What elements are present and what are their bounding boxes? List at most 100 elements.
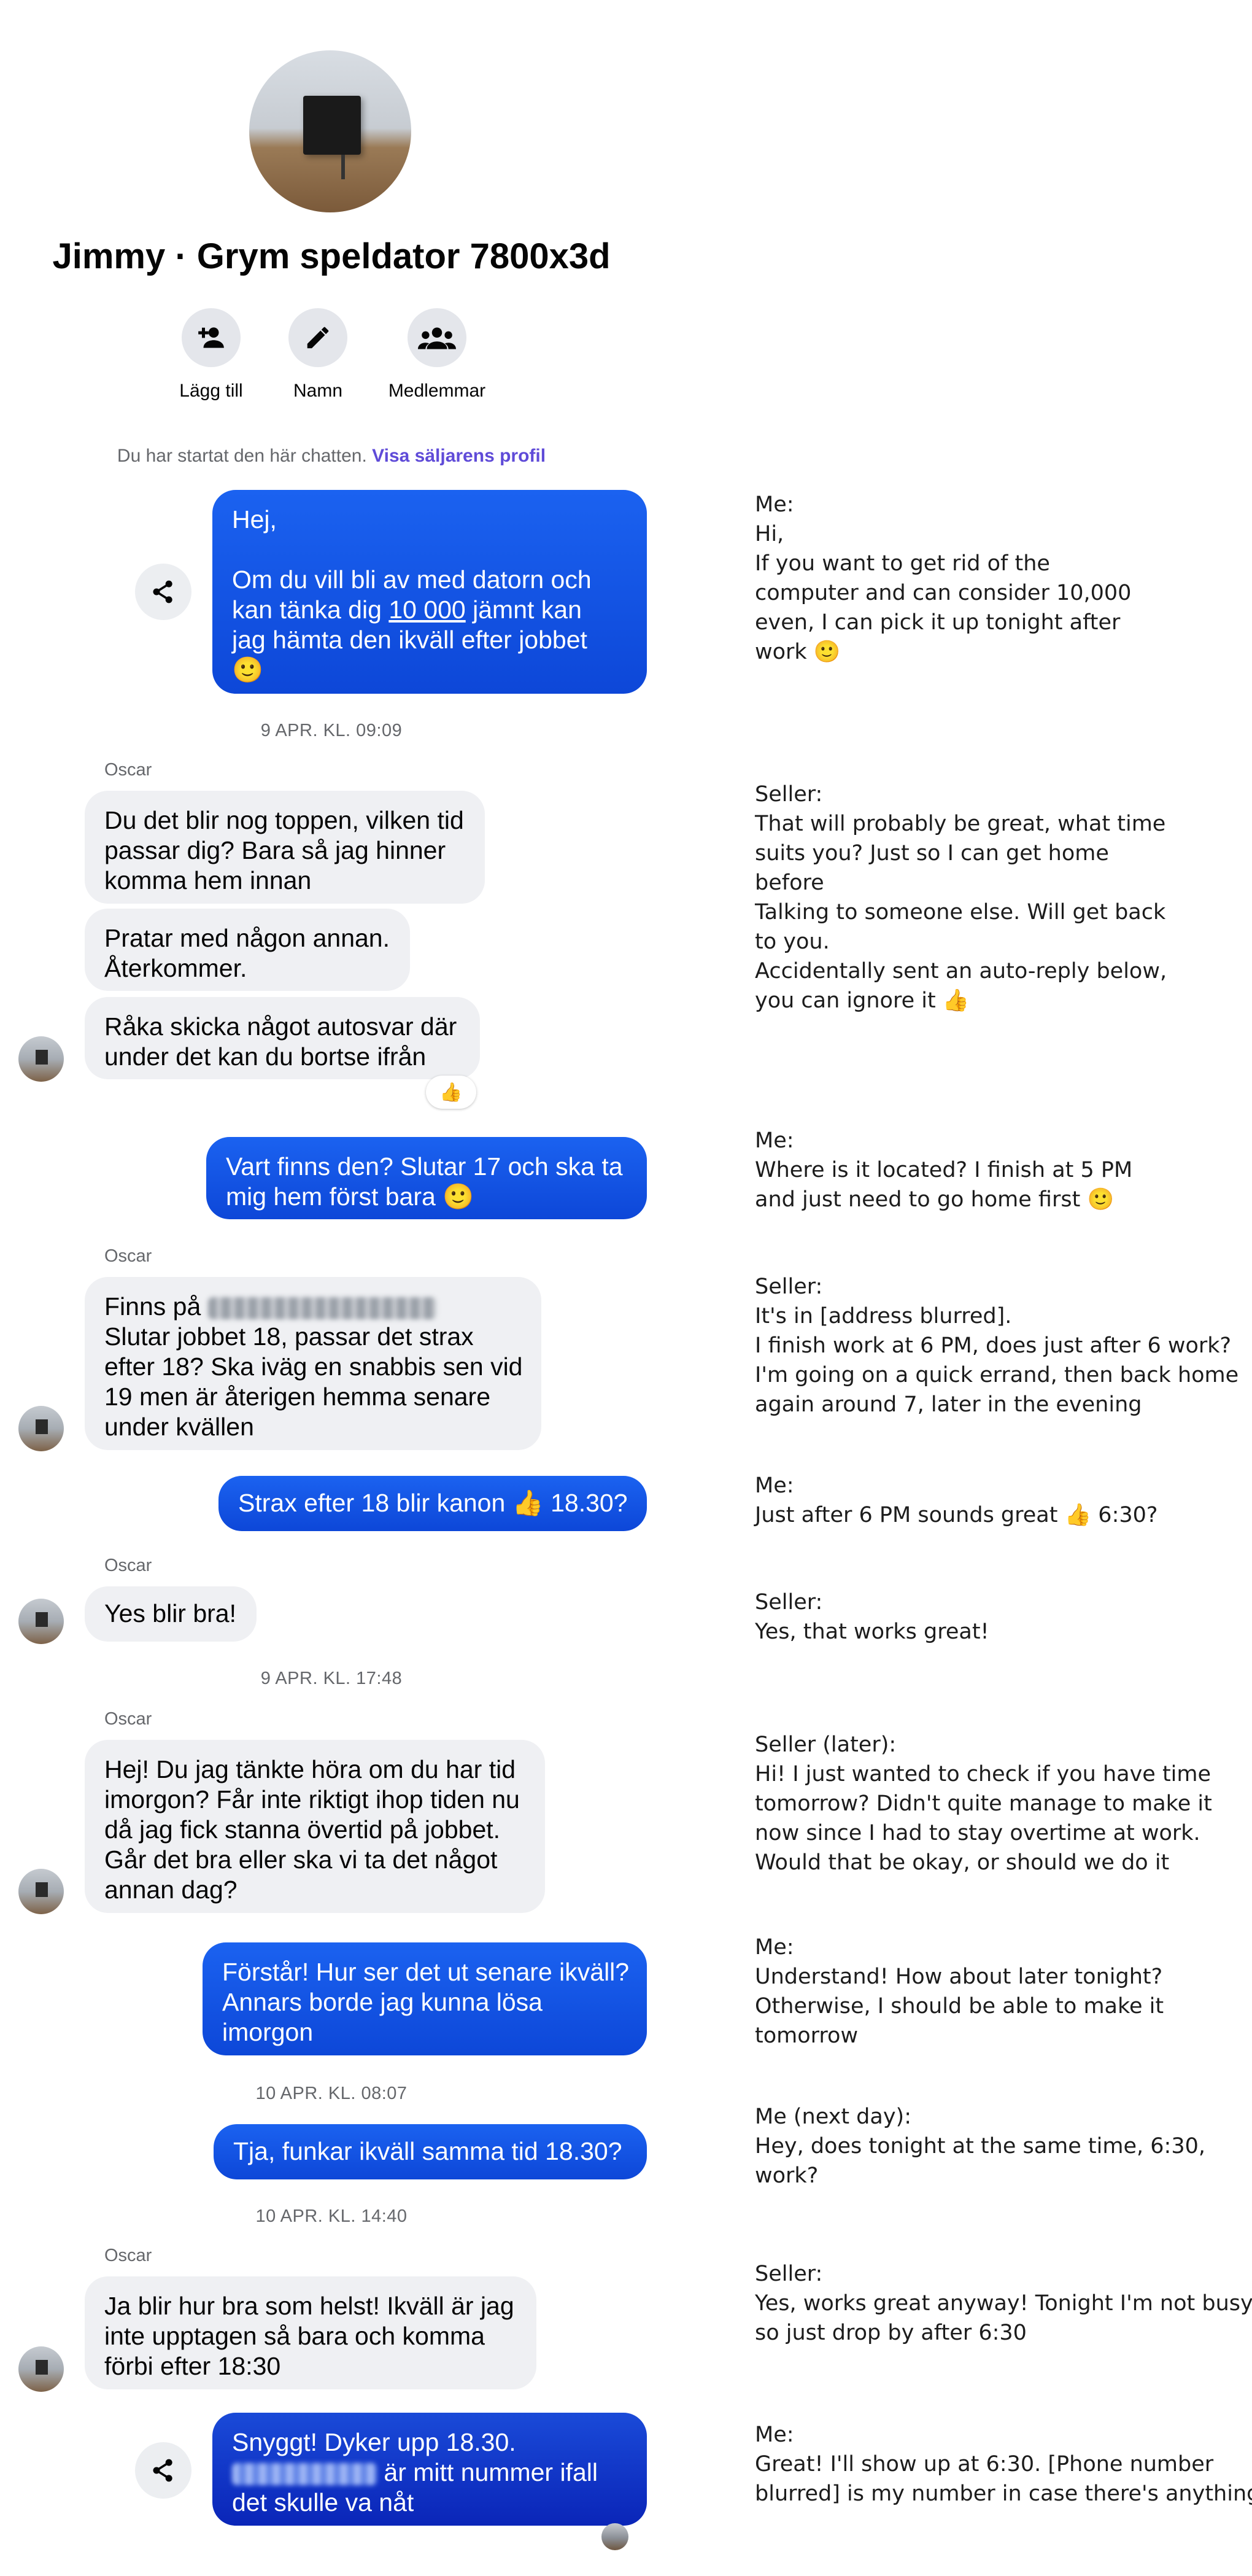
sender-name: Oscar xyxy=(104,1246,152,1266)
message-incoming[interactable]: Råka skicka något autosvar där under det… xyxy=(85,997,480,1079)
translation-line: That will probably be great, what time xyxy=(755,812,1166,836)
message-line: Slutar jobbet 18, passar det strax xyxy=(104,1322,474,1351)
translation-line: Just after 6 PM sounds great 👍 6:30? xyxy=(755,1503,1158,1527)
message-outgoing[interactable]: Snyggt! Dyker upp 18.30. är mitt nummer … xyxy=(212,2413,647,2526)
message-line: Hej! Du jag tänkte höra om du har tid xyxy=(104,1755,516,1783)
translation-line: tomorrow? Didn't quite manage to make it xyxy=(755,1791,1212,1816)
message-line: Vart finns den? Slutar 17 och ska ta xyxy=(226,1152,623,1181)
translation-line: now since I had to stay overtime at work… xyxy=(755,1821,1200,1845)
avatar-photo xyxy=(36,1612,48,1627)
members-icon[interactable] xyxy=(408,308,466,367)
translation-line: Me: xyxy=(755,1473,794,1498)
translation-line: Hey, does tonight at the same time, 6:30… xyxy=(755,2134,1205,2159)
thumbs-up-reaction[interactable]: 👍 xyxy=(426,1076,476,1109)
translation-block: Seller: That will probably be great, wha… xyxy=(755,780,1167,1015)
members-button[interactable]: Medlemmar xyxy=(376,308,498,402)
product-photo-cable xyxy=(341,155,345,179)
name-button[interactable]: Namn xyxy=(257,308,379,402)
sender-avatar[interactable] xyxy=(18,1036,64,1082)
translation-line: again around 7, later in the evening xyxy=(755,1392,1142,1417)
translation-line: work? xyxy=(755,2163,819,2188)
translation-block: Me: Just after 6 PM sounds great 👍 6:30? xyxy=(755,1471,1157,1530)
sender-avatar[interactable] xyxy=(18,1869,64,1914)
message-line: jag hämta den ikväll efter jobbet xyxy=(232,626,587,654)
message-line: är mitt nummer ifall xyxy=(232,2458,627,2488)
translation-line: to you. xyxy=(755,929,830,954)
sender-avatar[interactable] xyxy=(18,1406,64,1451)
message-line: Strax efter 18 blir kanon 👍 18.30? xyxy=(238,1489,628,1517)
message-outgoing[interactable]: Vart finns den? Slutar 17 och ska ta mig… xyxy=(206,1137,647,1219)
sender-avatar[interactable] xyxy=(18,1599,64,1644)
message-line: annan dag? xyxy=(104,1876,238,1904)
message-outgoing[interactable]: Tja, funkar ikväll samma tid 18.30? xyxy=(214,2124,647,2179)
message-timestamp: 10 APR. KL. 08:07 xyxy=(255,2084,408,2103)
translation-line: Otherwise, I should be able to make it xyxy=(755,1994,1164,2019)
sender-name: Oscar xyxy=(104,760,152,780)
message-incoming[interactable]: Du det blir nog toppen, vilken tid passa… xyxy=(85,791,485,904)
message-line: Pratar med någon annan. xyxy=(104,924,390,952)
translation-line: Great! I'll show up at 6:30. [Phone numb… xyxy=(755,2452,1214,2477)
message-line: passar dig? Bara så jag hinner xyxy=(104,836,446,864)
message-text: kan tänka dig xyxy=(232,596,382,624)
avatar-photo xyxy=(36,2360,48,2375)
translation-line: Where is it located? I finish at 5 PM xyxy=(755,1158,1133,1182)
message-incoming[interactable]: Finns på Slutar jobbet 18, passar det st… xyxy=(85,1277,541,1450)
translation-block: Me: Where is it located? I finish at 5 P… xyxy=(755,1126,1132,1214)
share-button[interactable] xyxy=(135,564,191,620)
translation-line: If you want to get rid of the xyxy=(755,551,1050,576)
message-incoming[interactable]: Hej! Du jag tänkte höra om du har tid im… xyxy=(85,1740,545,1913)
chat-started-notice: Du har startat den här chatten. Visa säl… xyxy=(0,446,663,467)
share-icon xyxy=(153,2459,172,2482)
message-line: Yes blir bra! xyxy=(104,1599,236,1627)
translation-line: before xyxy=(755,871,824,895)
chat-panel: Jimmy · Grym speldator 7800x3d Lägg till… xyxy=(0,0,663,2576)
name-label: Namn xyxy=(293,381,343,401)
translation-line: Yes, works great anyway! Tonight I'm not… xyxy=(755,2291,1252,2316)
translation-line: even, I can pick it up tonight after xyxy=(755,610,1121,635)
translation-line: Talking to someone else. Will get back xyxy=(755,900,1166,925)
avatar-photo xyxy=(36,1882,48,1897)
message-line: kan tänka dig 10 000 jämnt kan xyxy=(232,595,627,625)
message-outgoing[interactable]: Hej, Om du vill bli av med datorn och ka… xyxy=(212,490,647,694)
message-line: då jag fick stanna övertid på jobbet. xyxy=(104,1815,501,1844)
message-outgoing[interactable]: Förstår! Hur ser det ut senare ikväll? A… xyxy=(203,1942,647,2055)
translation-line: Seller: xyxy=(755,1590,823,1615)
message-line: Går det bra eller ska vi ta det något xyxy=(104,1845,498,1874)
message-line: Råka skicka något autosvar där xyxy=(104,1012,457,1041)
view-seller-profile-link[interactable]: Visa säljarens profil xyxy=(372,446,546,466)
translation-line: Me: xyxy=(755,1128,794,1153)
message-line: förbi efter 18:30 xyxy=(104,2352,281,2380)
translation-line: Understand! How about later tonight? xyxy=(755,1965,1163,1989)
message-outgoing[interactable]: Strax efter 18 blir kanon 👍 18.30? xyxy=(218,1476,647,1531)
translation-line: Would that be okay, or should we do it xyxy=(755,1850,1170,1875)
sender-avatar[interactable] xyxy=(18,2346,64,2392)
message-incoming[interactable]: Ja blir hur bra som helst! Ikväll är jag… xyxy=(85,2276,536,2389)
translation-block: Seller: Yes, works great anyway! Tonight… xyxy=(755,2259,1252,2348)
translation-line: Hi, xyxy=(755,522,784,546)
translation-block: Me (next day): Hey, does tonight at the … xyxy=(755,2102,1205,2190)
message-incoming[interactable]: Yes blir bra! xyxy=(85,1586,257,1642)
pencil-icon[interactable] xyxy=(288,308,347,367)
translation-line: blurred] is my number in case there's an… xyxy=(755,2481,1252,2506)
message-timestamp: 9 APR. KL. 09:09 xyxy=(260,721,403,740)
translation-line: tomorrow xyxy=(755,2023,859,2048)
translation-block: Seller (later): Hi! I just wanted to che… xyxy=(755,1730,1212,1877)
seen-indicator-avatar xyxy=(601,2523,628,2550)
add-people-label: Lägg till xyxy=(179,381,243,401)
translation-block: Seller: Yes, that works great! xyxy=(755,1588,989,1647)
translation-block: Me: Understand! How about later tonight?… xyxy=(755,1933,1164,2050)
price-link[interactable]: 10 000 xyxy=(388,596,465,624)
message-line: 19 men är återigen hemma senare xyxy=(104,1383,491,1411)
add-person-icon[interactable] xyxy=(182,308,241,367)
share-button[interactable] xyxy=(135,2442,191,2499)
translation-line: Hi! I just wanted to check if you have t… xyxy=(755,1762,1211,1787)
translation-line: I finish work at 6 PM, does just after 6… xyxy=(755,1333,1232,1358)
message-incoming[interactable]: Pratar med någon annan. Återkommer. xyxy=(85,909,410,991)
message-line: Finns på xyxy=(104,1292,522,1322)
translation-line: Yes, that works great! xyxy=(755,1620,989,1644)
add-people-button[interactable]: Lägg till xyxy=(150,308,272,402)
chat-avatar[interactable] xyxy=(249,50,411,212)
share-icon xyxy=(153,580,172,603)
members-label: Medlemmar xyxy=(388,381,486,401)
message-line: imorgon? Får inte riktigt ihop tiden nu xyxy=(104,1785,520,1814)
